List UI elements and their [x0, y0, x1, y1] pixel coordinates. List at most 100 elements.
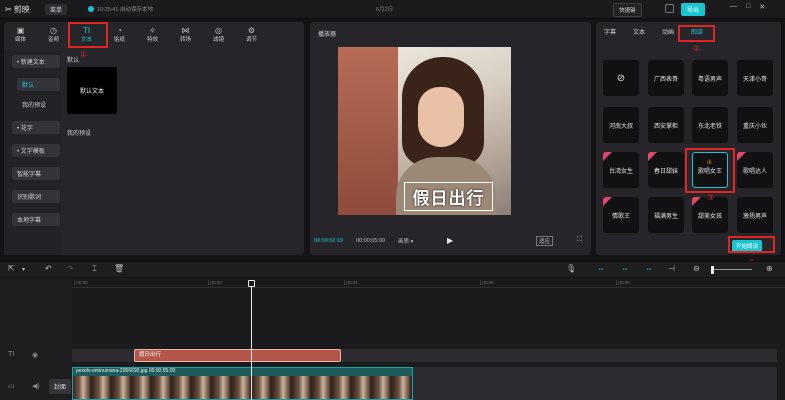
media-icon: ▣ — [16, 25, 25, 35]
sidebar-item-default[interactable]: 默认 — [17, 78, 60, 91]
highlight-box-3 — [685, 148, 735, 193]
audio-mute-icon[interactable]: ◀) — [32, 382, 40, 390]
voice-card[interactable]: 广西表哥 — [648, 60, 684, 96]
tab-label: 贴纸 — [113, 36, 125, 43]
text-sidebar: • 新建文本 默认 我的预设 • 花字 • 文字模板 智能字幕 识别歌词 本地字… — [4, 51, 61, 255]
delete-icon[interactable]: 🗑 — [114, 264, 124, 273]
adjust-icon: ⚙ — [247, 25, 256, 35]
caption-overlay[interactable]: 假日出行 — [404, 182, 493, 211]
highlight-box-1 — [68, 22, 108, 48]
voice-label: 情歌王 — [611, 213, 630, 220]
maximize-icon[interactable]: □ — [746, 3, 750, 11]
voice-none[interactable]: ⊘ — [603, 60, 639, 96]
zoom-in-icon[interactable]: ⊕ — [766, 264, 773, 273]
tab-label: 特效 — [146, 36, 158, 43]
ratio-button[interactable]: 适应 — [536, 236, 554, 246]
link-icon[interactable]: ⇔ — [597, 264, 605, 273]
section-presets-label: 我的预设 — [67, 131, 92, 137]
voice-card[interactable]: 西安掌柜 — [648, 107, 684, 143]
layout-icon[interactable] — [665, 4, 674, 13]
voice-card[interactable]: 甜美女孩 — [692, 197, 728, 233]
section-default-label: 默认 — [67, 58, 80, 64]
vip-badge-icon — [603, 152, 612, 161]
zoom-slider-track[interactable] — [712, 269, 752, 270]
voice-card[interactable]: 东北老铁 — [692, 107, 728, 143]
align-icon[interactable]: ⊣ — [668, 264, 675, 273]
tab-label: 音频 — [47, 36, 59, 43]
text-clip[interactable]: 假日出行 — [134, 349, 341, 362]
magnet-icon[interactable]: ⇔ — [621, 264, 629, 273]
sidebar-item-text-template[interactable]: • 文字模板 — [12, 144, 60, 157]
tab-effects[interactable]: ✧ 特效 — [136, 22, 169, 46]
tab-text-style[interactable]: 文本 — [628, 26, 650, 40]
highlight-box-2 — [678, 25, 715, 42]
select-cursor-icon[interactable]: ⇱ — [8, 264, 15, 273]
zoom-out-icon[interactable]: ⊖ — [693, 264, 700, 273]
vip-badge-icon — [648, 152, 657, 161]
microphone-icon[interactable]: 🎙 — [566, 264, 576, 273]
ruler-tick: | 00:06 — [480, 280, 494, 285]
close-icon[interactable]: ✕ — [759, 3, 765, 11]
tab-media[interactable]: ▣ 媒体 — [4, 22, 37, 46]
project-title[interactable]: 6月2日 — [376, 5, 393, 13]
fullscreen-icon[interactable]: ⛶ — [577, 236, 582, 244]
sidebar-item-my-presets[interactable]: 我的预设 — [17, 98, 60, 111]
sidebar-item-auto-caption[interactable]: 智能字幕 — [12, 167, 60, 180]
export-button[interactable]: 导出 — [681, 3, 706, 16]
undo-icon[interactable]: ↶ — [45, 264, 52, 273]
playhead-handle[interactable] — [248, 280, 255, 287]
tab-adjust[interactable]: ⚙ 调节 — [235, 22, 268, 46]
tool-tabs: ▣ 媒体 ◷ 音频 TI 文本 ◔ 贴纸 ✧ 特效 ⋈ 转场 ◎ 滤镜 ⚙ 调节 — [4, 22, 304, 46]
effects-icon: ✧ — [149, 25, 156, 35]
sidebar-item-fancy-text[interactable]: • 花字 — [12, 121, 60, 134]
tab-animation[interactable]: 动画 — [657, 26, 679, 40]
tab-caption[interactable]: 字幕 — [599, 26, 621, 40]
voice-card[interactable]: 福满男生 — [648, 197, 684, 233]
cover-button[interactable]: 封面 — [49, 379, 71, 394]
tab-transition[interactable]: ⋈ 转场 — [169, 22, 202, 46]
sidebar-item-lyrics[interactable]: 识别歌词 — [12, 190, 60, 203]
app-logo: ✂ 剪映 — [5, 4, 30, 15]
menu-button[interactable]: 菜单 — [45, 4, 68, 15]
audio-icon: ◷ — [50, 25, 57, 35]
playhead[interactable] — [251, 281, 252, 400]
voice-card[interactable]: 歌唱达人 — [737, 152, 773, 188]
ruler-tick: | 00:02 — [208, 280, 222, 285]
vip-badge-icon — [603, 197, 612, 206]
redo-icon[interactable]: ↷ — [67, 264, 74, 273]
minimize-icon[interactable]: — — [730, 3, 737, 11]
video-clip[interactable]: pexels-eminumana-2956690.jpg 00:00:05:00 — [72, 367, 413, 400]
link-preview-icon[interactable]: ⇔ — [645, 264, 653, 273]
voice-card[interactable]: 天津小哥 — [737, 60, 773, 96]
filter-icon: ◎ — [215, 25, 222, 35]
ruler-tick: | 00:04 — [344, 280, 358, 285]
sidebar-item-new-text[interactable]: • 新建文本 — [12, 55, 60, 68]
tab-label: 滤镜 — [212, 36, 224, 43]
split-icon[interactable]: ⌶ — [92, 264, 97, 274]
tab-filter[interactable]: ◎ 滤镜 — [202, 22, 235, 46]
voice-card[interactable]: 春日甜妹 — [648, 152, 684, 188]
tab-audio[interactable]: ◷ 音频 — [37, 22, 70, 46]
voice-card[interactable]: 台湾女生 — [603, 152, 639, 188]
window-controls: — □ ✕ — [730, 3, 765, 11]
voice-card[interactable]: 激扬男声 — [737, 197, 773, 233]
default-text-card[interactable]: 默认文本 — [67, 67, 117, 114]
tab-label: 转场 — [179, 36, 191, 43]
sidebar-item-local-caption[interactable]: 本地字幕 — [12, 213, 60, 226]
text-track-icon: TI — [8, 351, 15, 358]
voice-card[interactable]: 河南大叔 — [603, 107, 639, 143]
total-timecode: 00:00:05:00 — [356, 238, 386, 244]
chevron-down-icon[interactable]: ▾ — [22, 266, 25, 273]
play-icon[interactable]: ▶ — [447, 236, 453, 245]
shortcut-button[interactable]: 快捷键 — [613, 3, 642, 17]
preview-wall — [338, 47, 398, 215]
quality-dropdown[interactable]: 画质 ▾ — [398, 237, 413, 245]
voice-card[interactable]: 情歌王 — [603, 197, 639, 233]
voice-card[interactable]: 粤语男声 — [692, 60, 728, 96]
zoom-slider-handle[interactable] — [711, 266, 714, 274]
logo-icon: ✂ — [5, 5, 12, 14]
voice-card[interactable]: 重庆小伙 — [737, 107, 773, 143]
video-track-icon: ▭ — [8, 383, 15, 390]
timeline-ruler[interactable] — [72, 287, 785, 288]
eye-icon[interactable]: ◉ — [32, 351, 38, 359]
